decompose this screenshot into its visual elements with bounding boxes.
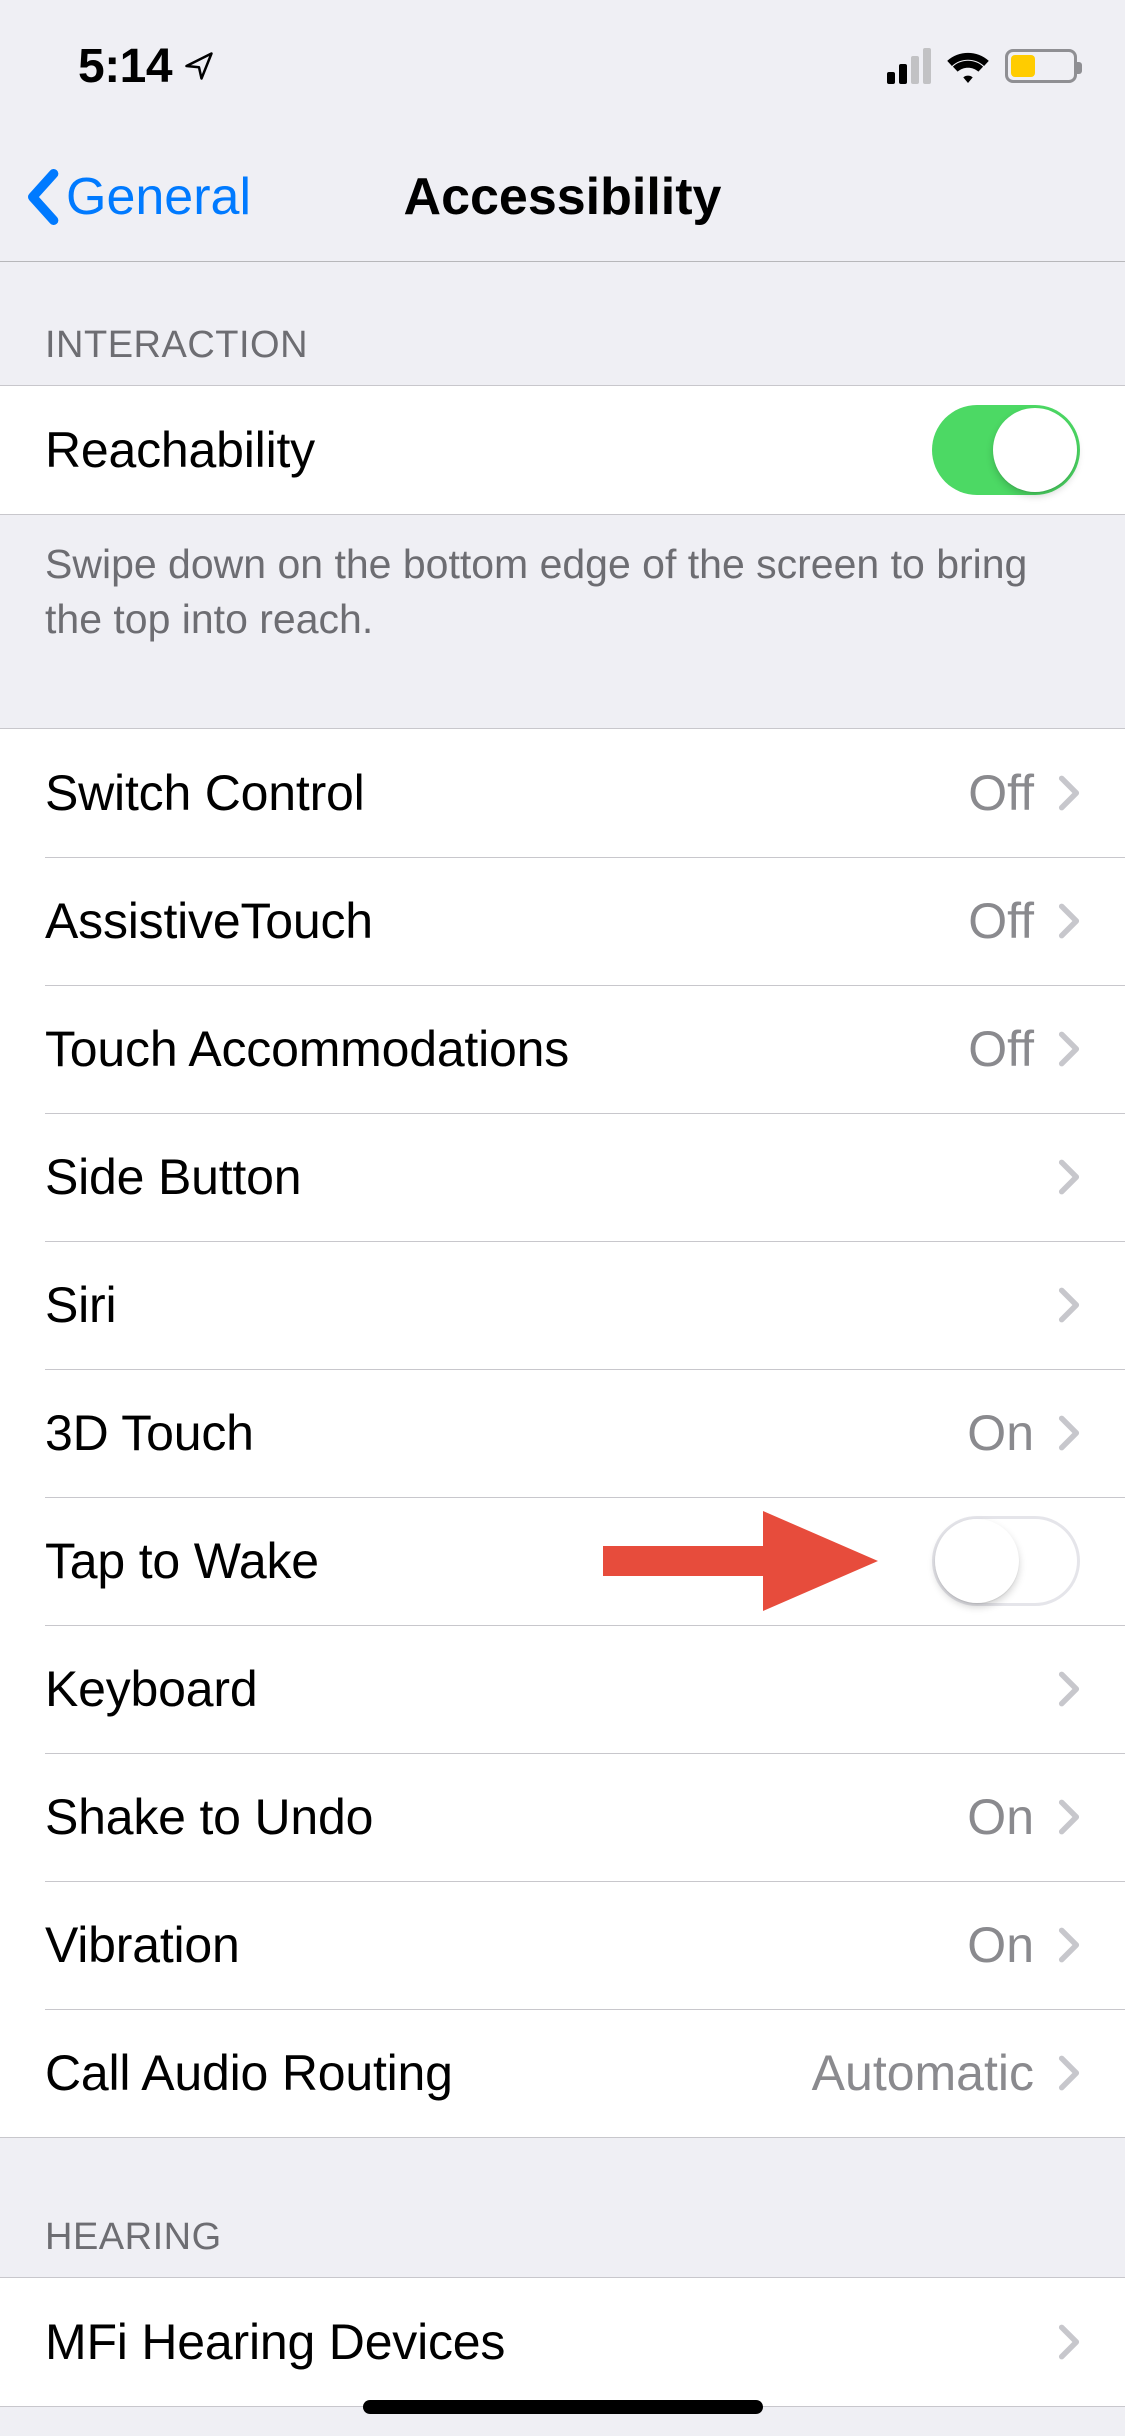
row-label: 3D Touch <box>45 1404 967 1462</box>
row-tap-to-wake[interactable]: Tap to Wake <box>0 1497 1125 1625</box>
location-icon <box>184 51 214 81</box>
row-3d-touch[interactable]: 3D Touch On <box>0 1369 1125 1497</box>
battery-icon <box>1005 49 1077 83</box>
row-side-button[interactable]: Side Button <box>0 1113 1125 1241</box>
row-value: Off <box>968 892 1034 950</box>
row-call-audio-routing[interactable]: Call Audio Routing Automatic <box>0 2009 1125 2137</box>
row-label: Touch Accommodations <box>45 1020 968 1078</box>
row-switch-control[interactable]: Switch Control Off <box>0 729 1125 857</box>
chevron-right-icon <box>1058 2323 1080 2361</box>
row-value: On <box>967 1404 1034 1462</box>
row-label: Side Button <box>45 1148 1058 1206</box>
row-value: On <box>967 1916 1034 1974</box>
chevron-right-icon <box>1058 2054 1080 2092</box>
section-header-interaction: INTERACTION <box>0 262 1125 385</box>
row-label: Tap to Wake <box>45 1532 932 1590</box>
row-vibration[interactable]: Vibration On <box>0 1881 1125 2009</box>
chevron-left-icon <box>24 169 60 225</box>
back-button[interactable]: General <box>24 167 251 227</box>
row-label: Siri <box>45 1276 1058 1334</box>
row-value: Off <box>968 1020 1034 1078</box>
chevron-right-icon <box>1058 1030 1080 1068</box>
section-footer-reachability: Swipe down on the bottom edge of the scr… <box>0 515 1125 676</box>
cellular-signal-icon <box>887 48 931 84</box>
row-label: Switch Control <box>45 764 968 822</box>
status-left: 5:14 <box>78 39 214 94</box>
row-label: Shake to Undo <box>45 1788 967 1846</box>
group-hearing-list: MFi Hearing Devices <box>0 2277 1125 2407</box>
row-touch-accommodations[interactable]: Touch Accommodations Off <box>0 985 1125 1113</box>
chevron-right-icon <box>1058 1158 1080 1196</box>
status-bar: 5:14 <box>0 0 1125 132</box>
row-label: Vibration <box>45 1916 967 1974</box>
row-reachability[interactable]: Reachability <box>0 386 1125 514</box>
row-label: Keyboard <box>45 1660 1058 1718</box>
row-assistivetouch[interactable]: AssistiveTouch Off <box>0 857 1125 985</box>
wifi-icon <box>945 49 991 83</box>
reachability-toggle[interactable] <box>932 405 1080 495</box>
home-indicator[interactable] <box>363 2400 763 2414</box>
chevron-right-icon <box>1058 1414 1080 1452</box>
group-interaction-list: Switch Control Off AssistiveTouch Off To… <box>0 728 1125 2138</box>
row-value: On <box>967 1788 1034 1846</box>
chevron-right-icon <box>1058 1926 1080 1964</box>
chevron-right-icon <box>1058 774 1080 812</box>
row-label: AssistiveTouch <box>45 892 968 950</box>
row-siri[interactable]: Siri <box>0 1241 1125 1369</box>
row-keyboard[interactable]: Keyboard <box>0 1625 1125 1753</box>
status-right <box>887 48 1077 84</box>
chevron-right-icon <box>1058 902 1080 940</box>
chevron-right-icon <box>1058 1670 1080 1708</box>
row-label: Reachability <box>45 421 932 479</box>
status-time: 5:14 <box>78 39 172 94</box>
row-value: Off <box>968 764 1034 822</box>
row-value: Automatic <box>812 2044 1034 2102</box>
row-label: Call Audio Routing <box>45 2044 812 2102</box>
tap-to-wake-toggle[interactable] <box>932 1516 1080 1606</box>
navigation-bar: General Accessibility <box>0 132 1125 262</box>
row-label: MFi Hearing Devices <box>45 2313 1058 2371</box>
group-reachability: Reachability <box>0 385 1125 515</box>
row-mfi-hearing-devices[interactable]: MFi Hearing Devices <box>0 2278 1125 2406</box>
back-label: General <box>66 167 251 227</box>
section-header-hearing: HEARING <box>0 2138 1125 2277</box>
row-shake-to-undo[interactable]: Shake to Undo On <box>0 1753 1125 1881</box>
chevron-right-icon <box>1058 1798 1080 1836</box>
page-title: Accessibility <box>404 167 722 227</box>
chevron-right-icon <box>1058 1286 1080 1324</box>
